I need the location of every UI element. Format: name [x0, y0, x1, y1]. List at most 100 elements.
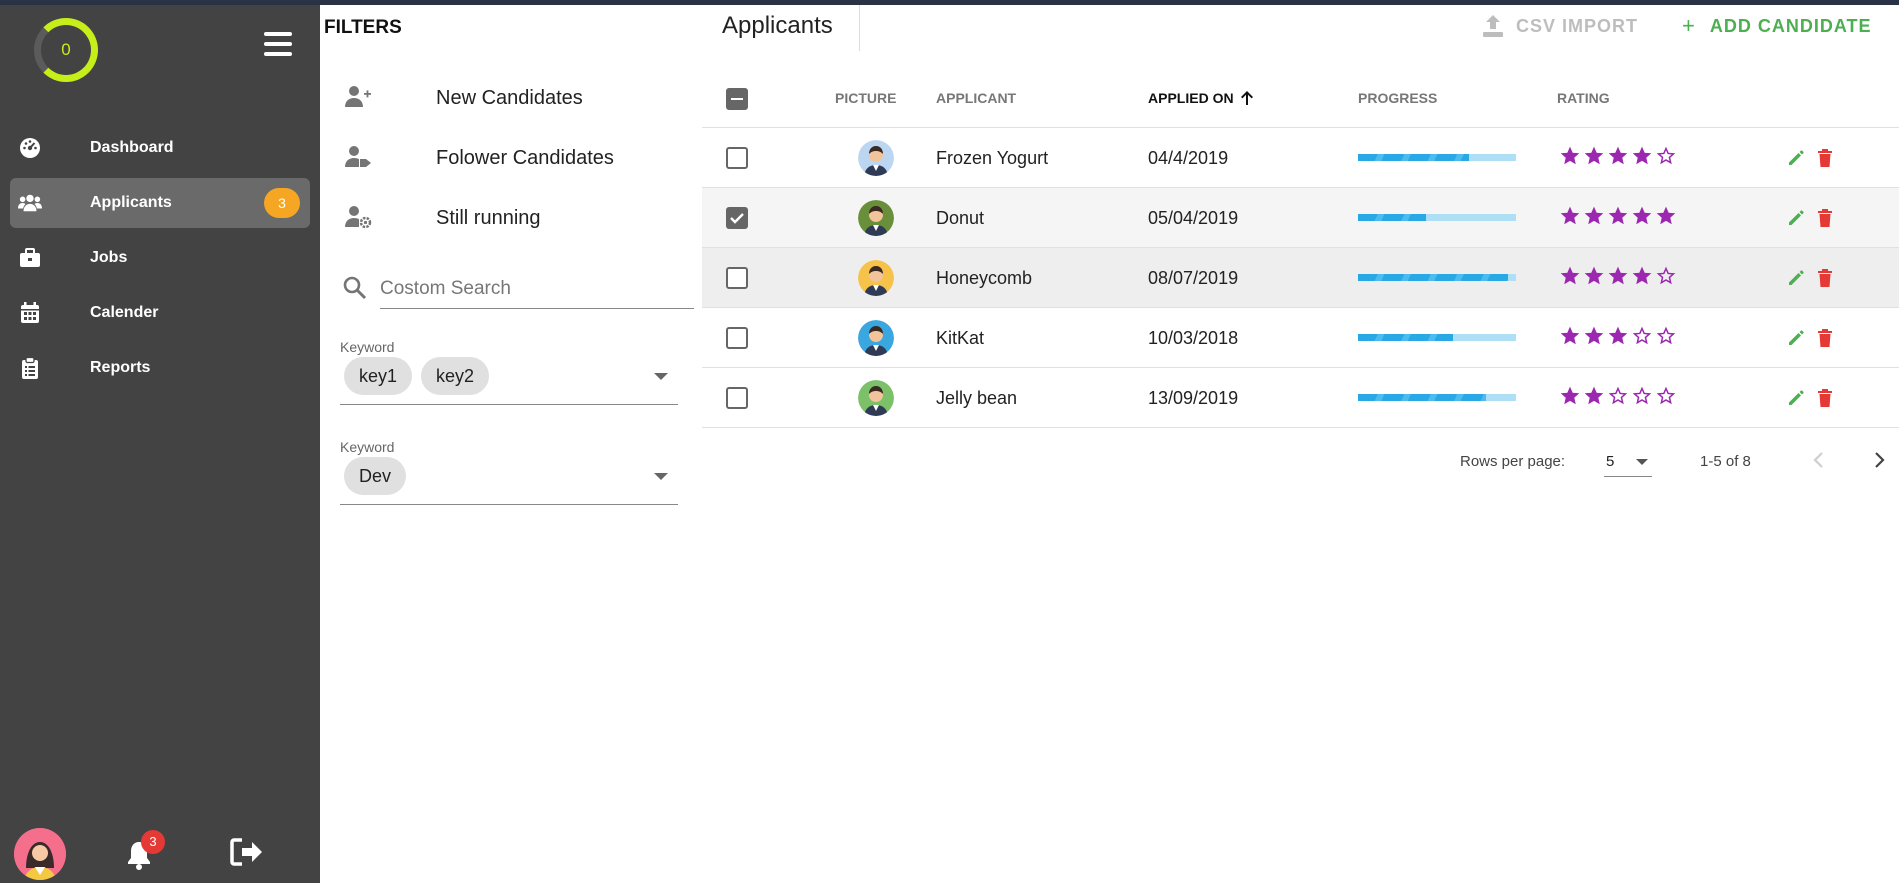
rows-per-page-select[interactable]: 5 [1604, 447, 1652, 477]
keyword-label: Keyword [340, 339, 395, 355]
star-filled-icon[interactable] [1654, 204, 1678, 228]
rating-stars[interactable] [1558, 204, 1678, 228]
table-row[interactable]: Frozen Yogurt 04/4/2019 [702, 128, 1899, 188]
delete-trash-icon[interactable] [1816, 208, 1834, 228]
progress-bar [1358, 214, 1516, 221]
applied-date: 13/09/2019 [1148, 388, 1239, 408]
sidebar-item-applicants[interactable]: Applicants 3 [10, 178, 310, 228]
star-filled-icon[interactable] [1606, 204, 1630, 228]
table-row[interactable]: KitKat 10/03/2018 [702, 308, 1899, 368]
progress-bar [1358, 274, 1516, 281]
sidebar-item-jobs[interactable]: Jobs [10, 233, 310, 283]
keyword-chip[interactable]: key2 [421, 357, 490, 395]
keyword-chip[interactable]: Dev [344, 457, 407, 495]
star-outline-icon[interactable] [1606, 384, 1630, 408]
custom-search-input[interactable] [380, 269, 694, 309]
progress-bar [1358, 394, 1516, 401]
delete-trash-icon[interactable] [1816, 268, 1834, 288]
sort-arrow-up-icon[interactable] [1240, 90, 1254, 109]
star-outline-icon[interactable] [1654, 384, 1678, 408]
applicants-main: Applicants CSV IMPORT + ADD CANDIDATE PI… [702, 5, 1899, 883]
keyword-chip[interactable]: key1 [344, 357, 413, 395]
star-filled-icon[interactable] [1630, 144, 1654, 168]
sidebar-item-calender[interactable]: Calender [10, 288, 310, 338]
add-candidate-button[interactable]: + ADD CANDIDATE [1682, 9, 1872, 43]
star-outline-icon[interactable] [1654, 324, 1678, 348]
star-filled-icon[interactable] [1582, 204, 1606, 228]
filters-panel: FILTERS New Candidates Folower Candidate… [320, 5, 702, 883]
calendar-icon [18, 302, 42, 324]
star-filled-icon[interactable] [1582, 324, 1606, 348]
column-progress[interactable]: PROGRESS [1358, 90, 1437, 106]
star-filled-icon[interactable] [1558, 324, 1582, 348]
progress-bar-fill [1358, 154, 1469, 161]
star-filled-icon[interactable] [1606, 144, 1630, 168]
filter-still-running[interactable]: Still running [342, 197, 682, 237]
table-row[interactable]: Honeycomb 08/07/2019 [702, 248, 1899, 308]
row-checkbox[interactable] [726, 207, 748, 229]
star-outline-icon[interactable] [1630, 384, 1654, 408]
edit-pencil-icon[interactable] [1786, 208, 1806, 228]
rating-stars[interactable] [1558, 384, 1678, 408]
avatar [858, 140, 894, 176]
sidebar-item-dashboard[interactable]: Dashboard [10, 123, 310, 173]
star-outline-icon[interactable] [1630, 324, 1654, 348]
star-filled-icon[interactable] [1558, 204, 1582, 228]
page-title: Applicants [722, 12, 833, 39]
dashboard-icon [18, 137, 42, 159]
chevron-left-icon[interactable] [1808, 449, 1830, 471]
column-rating[interactable]: RATING [1557, 90, 1610, 106]
column-picture: PICTURE [835, 90, 897, 106]
user-tag-icon [344, 145, 372, 169]
star-outline-icon[interactable] [1654, 264, 1678, 288]
select-all-checkbox[interactable] [726, 88, 748, 110]
rating-stars[interactable] [1558, 144, 1678, 168]
edit-pencil-icon[interactable] [1786, 388, 1806, 408]
filter-new-candidates[interactable]: New Candidates [342, 77, 682, 117]
star-filled-icon[interactable] [1582, 264, 1606, 288]
applied-date: 10/03/2018 [1148, 328, 1239, 348]
dropdown-caret-icon[interactable] [654, 373, 668, 380]
csv-import-button[interactable]: CSV IMPORT [1482, 9, 1638, 43]
rating-stars[interactable] [1558, 324, 1678, 348]
table-row[interactable]: Donut 05/04/2019 [702, 188, 1899, 248]
rating-stars[interactable] [1558, 264, 1678, 288]
star-filled-icon[interactable] [1606, 324, 1630, 348]
keyword-select-1[interactable]: Keyword key1 key2 [340, 339, 678, 405]
star-filled-icon[interactable] [1582, 384, 1606, 408]
star-filled-icon[interactable] [1558, 264, 1582, 288]
delete-trash-icon[interactable] [1816, 148, 1834, 168]
star-filled-icon[interactable] [1558, 384, 1582, 408]
dropdown-caret-icon[interactable] [654, 473, 668, 480]
edit-pencil-icon[interactable] [1786, 268, 1806, 288]
applied-date: 08/07/2019 [1148, 268, 1239, 288]
row-checkbox[interactable] [726, 147, 748, 169]
menu-icon[interactable] [264, 32, 292, 56]
table-row[interactable]: Jelly bean 13/09/2019 [702, 368, 1899, 428]
user-avatar[interactable] [14, 828, 66, 880]
edit-pencil-icon[interactable] [1786, 328, 1806, 348]
filter-folower-candidates[interactable]: Folower Candidates [342, 137, 682, 177]
row-checkbox[interactable] [726, 267, 748, 289]
star-outline-icon[interactable] [1654, 144, 1678, 168]
logout-icon[interactable] [230, 838, 264, 868]
keyword-select-2[interactable]: Keyword Dev [340, 439, 678, 505]
chevron-right-icon[interactable] [1868, 449, 1890, 471]
star-filled-icon[interactable] [1630, 204, 1654, 228]
column-applicant[interactable]: APPLICANT [936, 90, 1016, 106]
row-checkbox[interactable] [726, 327, 748, 349]
edit-pencil-icon[interactable] [1786, 148, 1806, 168]
sidebar-item-label: Reports [90, 359, 151, 376]
delete-trash-icon[interactable] [1816, 388, 1834, 408]
custom-search [342, 267, 694, 311]
star-filled-icon[interactable] [1630, 264, 1654, 288]
column-applied-on[interactable]: APPLIED ON [1148, 90, 1254, 109]
search-icon [342, 275, 368, 301]
applied-date: 05/04/2019 [1148, 208, 1239, 228]
row-checkbox[interactable] [726, 387, 748, 409]
star-filled-icon[interactable] [1606, 264, 1630, 288]
delete-trash-icon[interactable] [1816, 328, 1834, 348]
star-filled-icon[interactable] [1582, 144, 1606, 168]
sidebar-item-reports[interactable]: Reports [10, 343, 310, 393]
star-filled-icon[interactable] [1558, 144, 1582, 168]
